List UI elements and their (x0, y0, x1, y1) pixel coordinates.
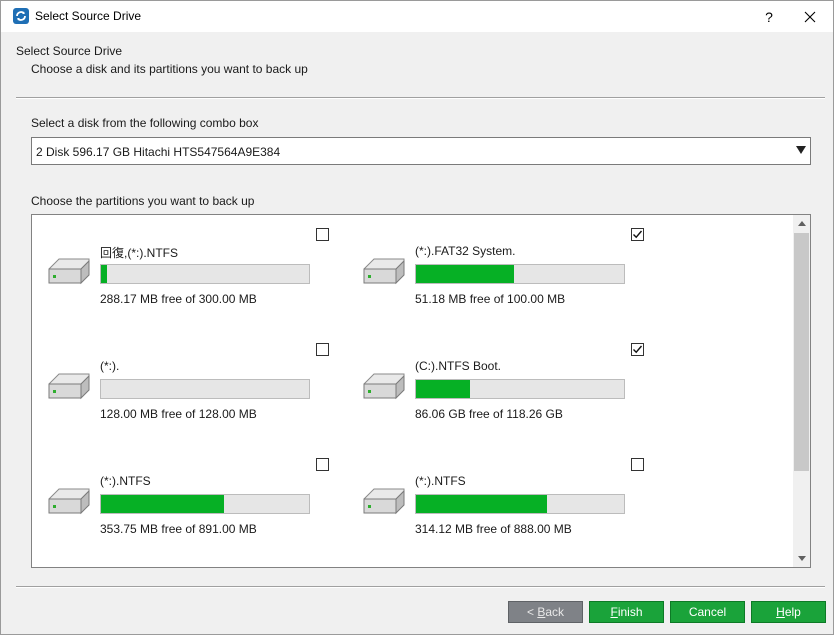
close-icon (804, 11, 816, 22)
finish-label-rest: inish (617, 605, 643, 619)
title-bar: Select Source Drive ? (1, 1, 833, 32)
hard-drive-icon (362, 370, 406, 404)
partition-free-space: 51.18 MB free of 100.00 MB (415, 292, 566, 306)
partition-checkbox[interactable] (631, 228, 644, 241)
dialog-window: Select Source Drive ? Select Source Driv… (0, 0, 834, 635)
partition-free-space: 288.17 MB free of 300.00 MB (100, 292, 257, 306)
hard-drive-icon (47, 255, 91, 289)
partition-usage-fill (416, 265, 514, 283)
vertical-scrollbar[interactable] (793, 215, 810, 567)
help-mnemonic: H (776, 605, 785, 619)
partition-usage-fill (101, 495, 224, 513)
partition-usage-bar (100, 264, 310, 284)
finish-mnemonic: F (610, 605, 618, 619)
partition-usage-fill (416, 380, 470, 398)
disk-combo-box[interactable]: 2 Disk 596.17 GB Hitachi HTS547564A9E384 (31, 137, 811, 165)
page-subtitle: Choose a disk and its partitions you wan… (31, 62, 308, 76)
cancel-label: Cancel (688, 605, 727, 619)
app-icon (13, 8, 29, 24)
partition-item[interactable]: (*:).NTFS 353.75 MB free of 891.00 MB (32, 445, 342, 545)
partition-free-space: 128.00 MB free of 128.00 MB (100, 407, 257, 421)
scroll-up-icon[interactable] (793, 215, 810, 232)
disk-combo-value: 2 Disk 596.17 GB Hitachi HTS547564A9E384 (36, 145, 281, 159)
footer-divider (16, 586, 825, 588)
partition-item[interactable]: (*:).FAT32 System. 51.18 MB free of 100.0… (347, 215, 657, 315)
partition-free-space: 353.75 MB free of 891.00 MB (100, 522, 257, 536)
finish-button[interactable]: Finish (589, 601, 664, 623)
page-title: Select Source Drive (16, 44, 123, 58)
partition-usage-bar (100, 379, 310, 399)
hard-drive-icon (362, 255, 406, 289)
window-title: Select Source Drive (35, 9, 142, 23)
partition-usage-bar (415, 264, 625, 284)
partition-checkbox[interactable] (316, 228, 329, 241)
partition-item[interactable]: (C:).NTFS Boot. 86.06 GB free of 118.26 G… (347, 330, 657, 430)
hard-drive-icon (362, 485, 406, 519)
partition-usage-bar (415, 379, 625, 399)
back-arrow-icon: < (526, 605, 534, 619)
partition-name: (*:).NTFS (415, 474, 466, 488)
partition-checkbox[interactable] (316, 458, 329, 471)
partition-name: (*:). (100, 359, 120, 373)
scrollbar-thumb[interactable] (794, 233, 809, 471)
dropdown-arrow-icon[interactable] (796, 146, 806, 154)
cancel-button[interactable]: Cancel (670, 601, 745, 623)
partition-checkbox[interactable] (631, 343, 644, 356)
close-button[interactable] (787, 1, 833, 32)
partition-usage-fill (101, 265, 107, 283)
header-divider (16, 97, 825, 99)
partitions-label: Choose the partitions you want to back u… (31, 194, 255, 208)
partitions-list[interactable]: 回復,(*:).NTFS 288.17 MB free of 300.00 MB (… (31, 214, 811, 568)
help-button[interactable]: Help (751, 601, 826, 623)
partition-checkbox[interactable] (631, 458, 644, 471)
back-label-rest: ack (545, 605, 565, 619)
partition-checkbox[interactable] (316, 343, 329, 356)
help-label-rest: elp (784, 605, 801, 619)
partition-name: (C:).NTFS Boot. (415, 359, 502, 373)
back-mnemonic: B (537, 605, 546, 619)
partition-free-space: 86.06 GB free of 118.26 GB (415, 407, 563, 421)
partition-name: (*:).NTFS (100, 474, 151, 488)
partition-usage-fill (416, 495, 547, 513)
partition-name: (*:).FAT32 System. (415, 244, 516, 258)
partition-item[interactable]: (*:).NTFS 314.12 MB free of 888.00 MB (347, 445, 657, 545)
partition-item[interactable]: (*:). 128.00 MB free of 128.00 MB (32, 330, 342, 430)
disk-select-label: Select a disk from the following combo b… (31, 116, 259, 130)
partition-name: 回復,(*:).NTFS (100, 246, 178, 260)
partition-usage-bar (100, 494, 310, 514)
back-button[interactable]: < Back (508, 601, 583, 623)
partition-usage-bar (415, 494, 625, 514)
partition-free-space: 314.12 MB free of 888.00 MB (415, 522, 572, 536)
hard-drive-icon (47, 485, 91, 519)
help-title-button[interactable]: ? (746, 1, 792, 32)
hard-drive-icon (47, 370, 91, 404)
checkmark-icon (633, 230, 643, 239)
partition-item[interactable]: 回復,(*:).NTFS 288.17 MB free of 300.00 MB (32, 215, 342, 315)
checkmark-icon (633, 345, 643, 354)
scroll-down-icon[interactable] (793, 550, 810, 567)
